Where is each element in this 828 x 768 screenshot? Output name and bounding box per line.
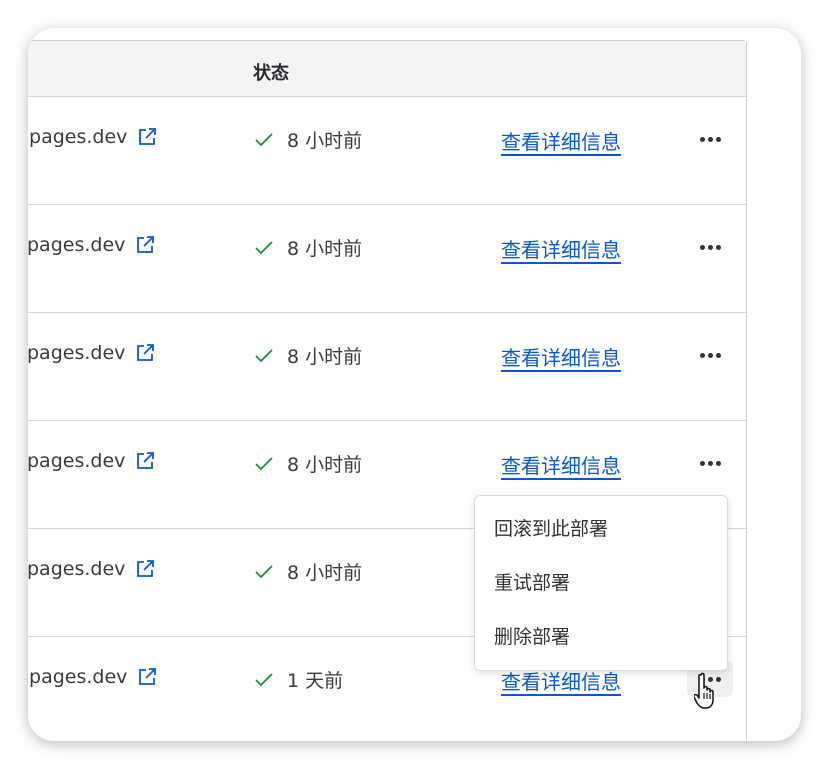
external-link-icon [137, 236, 155, 253]
external-link-icon [137, 560, 155, 577]
view-details-link[interactable]: 查看详细信息 [501, 450, 621, 479]
status-time: 8 小时前 [287, 130, 363, 152]
external-link-icon [137, 452, 155, 469]
more-icon [699, 460, 721, 466]
check-icon [255, 240, 273, 254]
status-time: 8 小时前 [287, 238, 363, 260]
menu-item-retry[interactable]: 重试部署 [475, 562, 727, 616]
status-cell: 1 天前 [253, 666, 343, 693]
menu-item-delete[interactable]: 删除部署 [475, 616, 727, 670]
menu-item-rollback[interactable]: 回滚到此部署 [475, 508, 727, 562]
table-row: pages.dev 8 小时前 查看详细信息 [28, 313, 746, 421]
more-actions-button[interactable] [687, 337, 733, 373]
status-cell: 8 小时前 [253, 234, 362, 261]
deployment-domain-link[interactable]: pages.dev [28, 450, 155, 472]
actions-dropdown-menu: 回滚到此部署 重试部署 删除部署 [474, 495, 728, 671]
check-icon [255, 348, 273, 362]
deployments-table: 状态 .pages.dev 8 小时前 查看详细信息 pages.dev 8 小… [28, 40, 747, 741]
deployment-domain-link[interactable]: pages.dev [28, 234, 155, 256]
more-actions-button[interactable] [687, 445, 733, 481]
hand-cursor-icon [694, 672, 714, 709]
more-actions-button[interactable] [687, 121, 733, 157]
status-time: 1 天前 [287, 670, 344, 692]
check-icon [255, 564, 273, 578]
status-cell: 8 小时前 [253, 126, 362, 153]
table-row: pages.dev 8 小时前 查看详细信息 [28, 205, 746, 313]
external-link-icon [139, 668, 157, 685]
table-header: 状态 [28, 41, 746, 97]
external-link-icon [139, 128, 157, 145]
status-cell: 8 小时前 [253, 342, 362, 369]
view-details-link[interactable]: 查看详细信息 [501, 126, 621, 155]
more-actions-button[interactable] [687, 229, 733, 265]
more-icon [699, 244, 721, 250]
deployment-domain-link[interactable]: .pages.dev [28, 126, 157, 148]
status-cell: 8 小时前 [253, 450, 362, 477]
check-icon [255, 672, 273, 686]
deployments-card: 状态 .pages.dev 8 小时前 查看详细信息 pages.dev 8 小… [28, 28, 801, 741]
more-icon [699, 352, 721, 358]
domain-text: pages.dev [28, 342, 126, 364]
deployment-domain-link[interactable]: .pages.dev [28, 666, 157, 688]
external-link-icon [137, 344, 155, 361]
deployment-domain-link[interactable]: pages.dev [28, 558, 155, 580]
status-column-header: 状态 [253, 63, 289, 84]
check-icon [255, 456, 273, 470]
table-row: .pages.dev 8 小时前 查看详细信息 [28, 97, 746, 205]
status-time: 8 小时前 [287, 562, 363, 584]
view-details-link[interactable]: 查看详细信息 [501, 234, 621, 263]
more-icon [699, 136, 721, 142]
domain-text: .pages.dev [28, 126, 128, 148]
domain-text: .pages.dev [28, 666, 128, 688]
domain-text: pages.dev [28, 234, 126, 256]
check-icon [255, 132, 273, 146]
deployment-domain-link[interactable]: pages.dev [28, 342, 155, 364]
view-details-link[interactable]: 查看详细信息 [501, 342, 621, 371]
domain-text: pages.dev [28, 450, 126, 472]
status-cell: 8 小时前 [253, 558, 362, 585]
status-time: 8 小时前 [287, 454, 363, 476]
status-time: 8 小时前 [287, 346, 363, 368]
domain-text: pages.dev [28, 558, 126, 580]
